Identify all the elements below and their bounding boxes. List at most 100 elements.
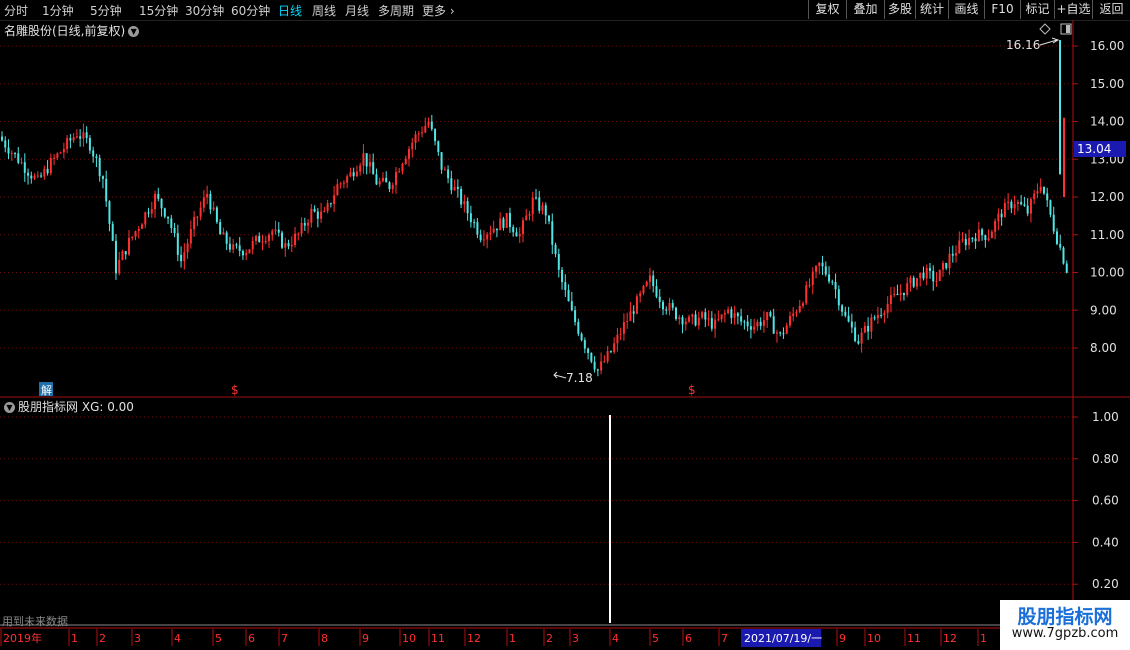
- candle-body: [183, 252, 186, 262]
- main-y-tick-label: 16.00: [1090, 39, 1124, 53]
- candle-body: [1000, 213, 1003, 218]
- candle-body: [437, 141, 440, 153]
- candle-body: [352, 172, 355, 177]
- chevron-down-icon[interactable]: ▼: [4, 402, 15, 413]
- candle-body: [831, 281, 834, 283]
- candle-body: [583, 340, 586, 349]
- candle-body: [951, 253, 954, 256]
- candle-body: [574, 310, 577, 322]
- candle-body: [394, 172, 397, 185]
- candle-body: [834, 282, 837, 290]
- candle-body: [648, 275, 651, 282]
- candle-body: [938, 269, 941, 282]
- candle-body: [798, 305, 801, 312]
- candle-body: [977, 229, 980, 242]
- candle-body: [495, 228, 498, 231]
- candle-body: [167, 216, 170, 219]
- candle-body: [603, 361, 606, 363]
- candle-body: [701, 312, 704, 318]
- candle-body: [1065, 263, 1068, 273]
- candle-body: [414, 134, 417, 143]
- candle-body: [105, 178, 108, 202]
- candle-body: [626, 321, 629, 323]
- candle-body: [717, 319, 720, 321]
- x-tick-label: 5: [652, 632, 659, 645]
- candle-body: [326, 203, 329, 212]
- candle-body: [219, 222, 222, 235]
- candle-body: [802, 303, 804, 306]
- candle-body: [932, 270, 935, 282]
- candle-body: [1039, 186, 1042, 192]
- candle-body: [535, 197, 537, 199]
- candle-body: [206, 193, 209, 198]
- candle-body: [775, 332, 778, 334]
- candle-body: [212, 207, 215, 210]
- candle-body: [788, 316, 791, 326]
- candle-body: [642, 285, 645, 294]
- candle-body: [844, 311, 847, 316]
- candle-body: [7, 147, 10, 154]
- candle-body: [355, 171, 358, 177]
- candle-body: [622, 322, 625, 334]
- candle-body: [756, 321, 759, 327]
- candle-body: [619, 333, 622, 335]
- candle-body: [313, 208, 316, 212]
- low-price-label: 7.18: [566, 371, 593, 385]
- x-tick-label: 1: [71, 632, 78, 645]
- candle-body: [521, 220, 524, 234]
- candle-body: [98, 158, 101, 177]
- future-data-note: 用到未来数据: [2, 615, 68, 628]
- candle-body: [316, 211, 319, 219]
- x-tick-label: 2: [546, 632, 553, 645]
- x-tick-label: 7: [281, 632, 288, 645]
- candle-body: [863, 326, 866, 333]
- candle-body: [333, 195, 336, 205]
- candle-body: [199, 207, 202, 217]
- sub-y-tick-label: 0.20: [1092, 577, 1119, 591]
- x-tick-label: 8: [321, 632, 328, 645]
- x-tick-label: 1: [980, 632, 987, 645]
- candle-body: [365, 153, 368, 167]
- candle-body: [46, 168, 49, 174]
- candle-body: [170, 218, 173, 228]
- dividend-marker: $: [688, 383, 696, 397]
- candle-body: [893, 293, 896, 296]
- candle-body: [515, 232, 518, 237]
- candle-body: [968, 237, 971, 246]
- candle-body: [20, 162, 23, 164]
- candle-body: [531, 197, 534, 215]
- stock-title: 名雕股份(日线,前复权): [4, 24, 126, 38]
- candle-body: [935, 281, 938, 283]
- candle-body: [541, 205, 544, 211]
- candle-body: [131, 236, 134, 238]
- candle-body: [320, 211, 323, 219]
- candle-body: [254, 236, 257, 241]
- candle-body: [961, 239, 964, 241]
- cursor-date-label: 2021/07/19/一: [744, 632, 822, 645]
- candle-body: [785, 325, 788, 334]
- candle-body: [101, 176, 104, 179]
- candle-body: [681, 317, 684, 325]
- chevron-down-icon[interactable]: ▼: [128, 26, 140, 37]
- candle-body: [746, 321, 749, 327]
- main-chart-title: 名雕股份(日线,前复权) ▼: [4, 22, 140, 39]
- chart-canvas[interactable]: 16.0015.0014.0013.0012.0011.0010.009.008…: [0, 0, 1130, 650]
- main-y-tick-label: 11.00: [1090, 228, 1124, 242]
- candle-body: [655, 286, 658, 297]
- candle-body: [668, 303, 671, 311]
- candle-body: [114, 240, 117, 274]
- candle-body: [1029, 199, 1032, 214]
- candle-body: [40, 175, 43, 177]
- candle-body: [271, 231, 274, 235]
- candle-body: [176, 233, 179, 255]
- candle-body: [876, 315, 879, 319]
- candle-body: [704, 312, 707, 320]
- candle-body: [824, 266, 827, 275]
- candle-body: [274, 229, 277, 232]
- x-tick-label: 1: [509, 632, 516, 645]
- candle-body: [150, 209, 153, 214]
- candle-body: [948, 253, 951, 269]
- diamond-icon[interactable]: [1039, 23, 1051, 35]
- x-tick-label: 11: [907, 632, 921, 645]
- candle-body: [818, 262, 821, 267]
